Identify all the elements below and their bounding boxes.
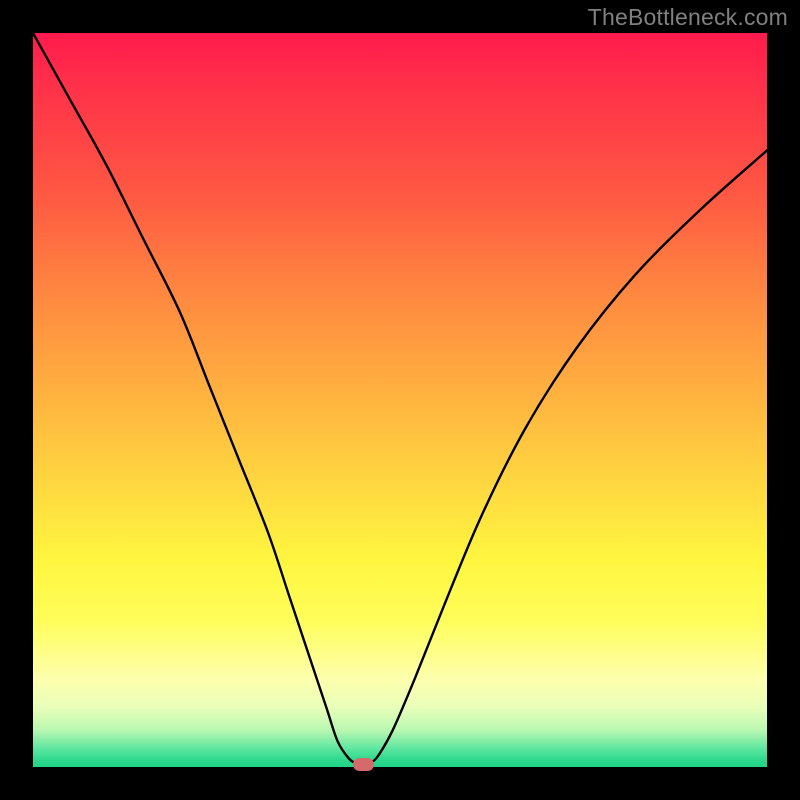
optimum-marker <box>353 758 374 771</box>
watermark-text: TheBottleneck.com <box>588 4 788 31</box>
chart-frame: TheBottleneck.com <box>0 0 800 800</box>
curve-svg <box>33 33 767 767</box>
bottleneck-curve <box>33 33 767 765</box>
plot-area <box>33 33 767 767</box>
